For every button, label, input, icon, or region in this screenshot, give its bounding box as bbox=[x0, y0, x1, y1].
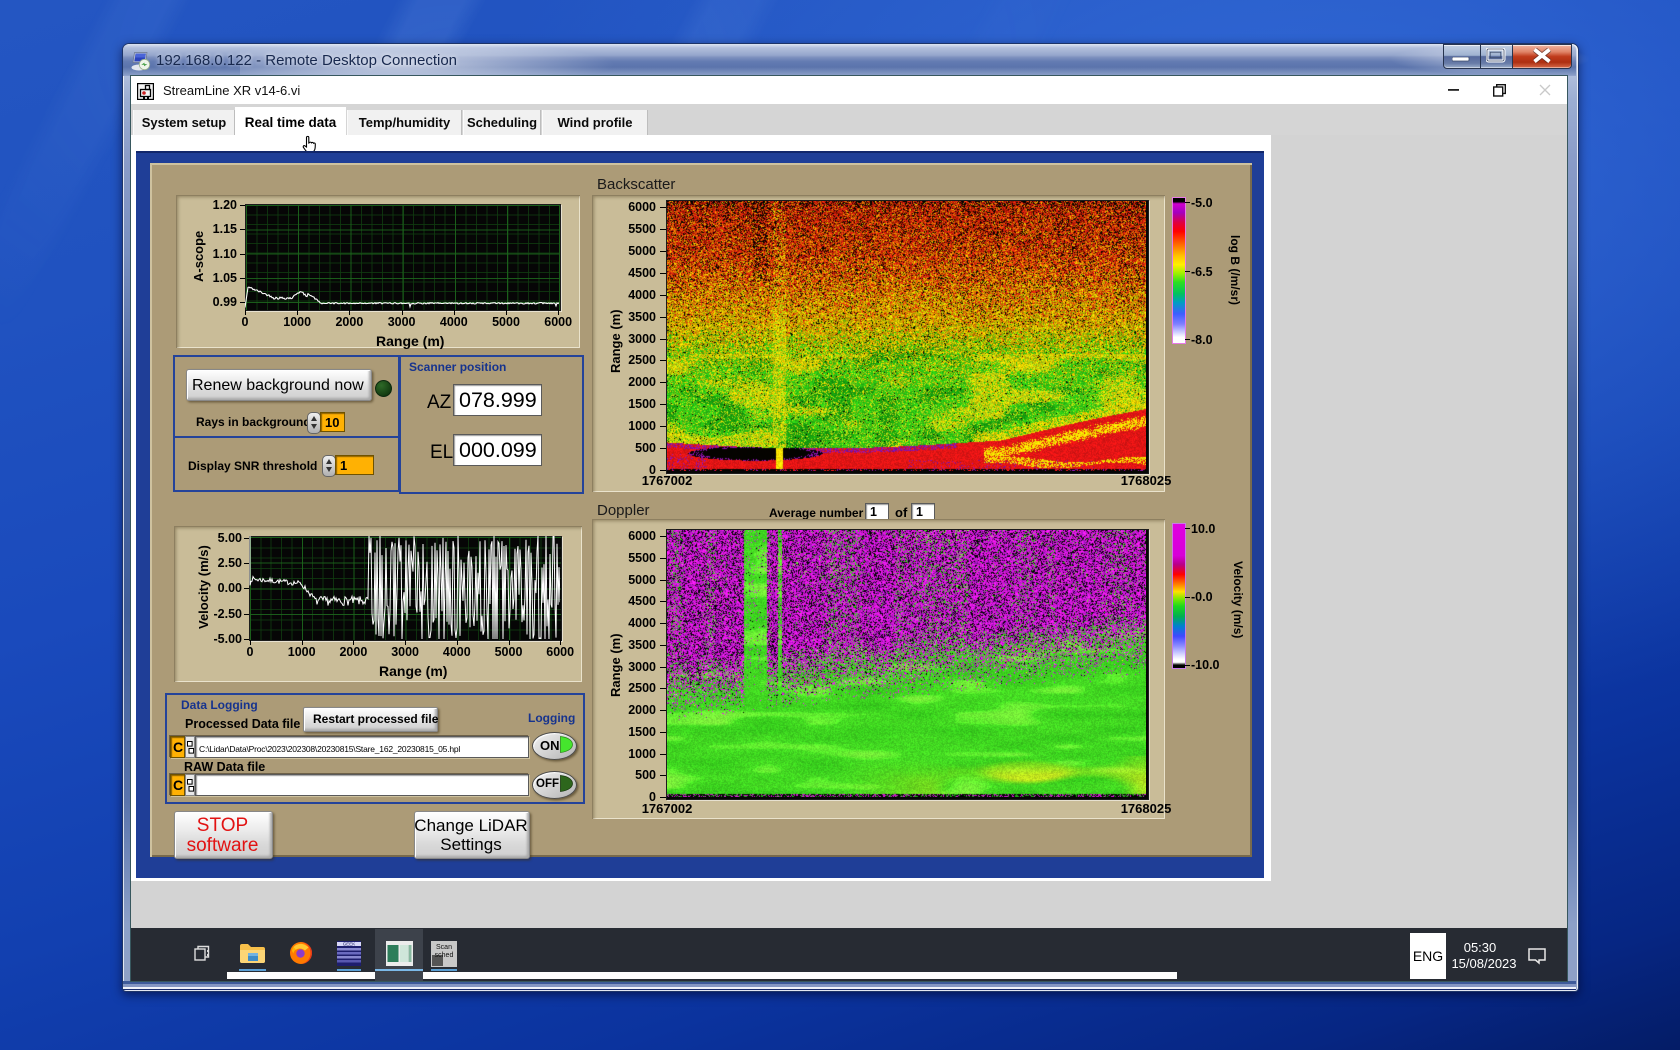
svg-text:Scan: Scan bbox=[436, 944, 452, 951]
svg-text:GEEK: GEEK bbox=[343, 942, 356, 947]
svg-text:sched: sched bbox=[435, 952, 454, 959]
